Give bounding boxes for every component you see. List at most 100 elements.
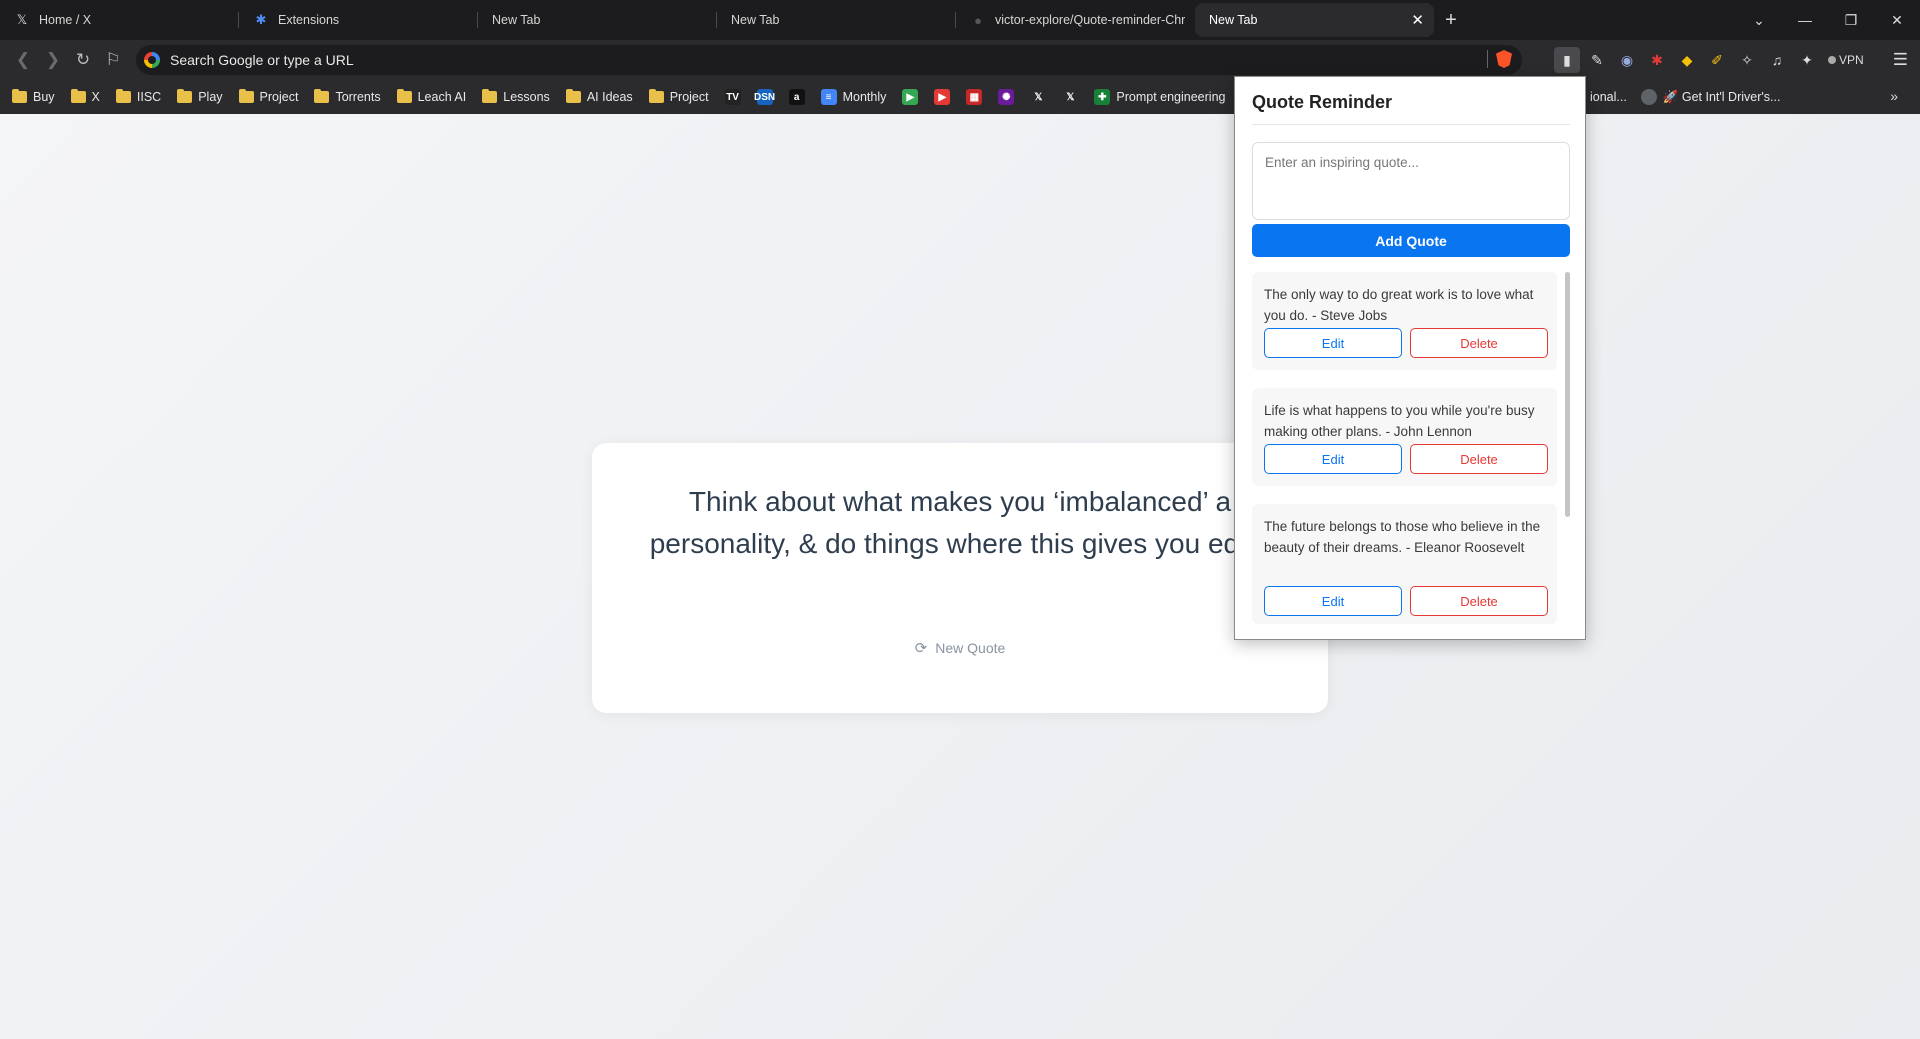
edit-button[interactable]: Edit — [1264, 586, 1402, 616]
bookmark-item[interactable]: DSN — [754, 89, 775, 105]
bookmark-label: Monthly — [842, 90, 887, 104]
more-bookmarks-icon[interactable]: » — [1890, 88, 1898, 104]
bookmark-item[interactable]: ▶ — [934, 89, 951, 105]
folder-icon — [238, 89, 254, 103]
bookmark-icon[interactable]: ⚐ — [98, 45, 128, 75]
quote-reminder-extension-icon[interactable]: ▮ — [1554, 47, 1580, 73]
quote-item-text: The only way to do great work is to love… — [1264, 287, 1534, 323]
quote-card: Think about what makes you ‘imbalanced’ … — [592, 443, 1328, 713]
browser-toolbar: ❮ ❯ ↻ ⚐ Search Google or type a URL ▮ ✎ … — [0, 40, 1920, 80]
bookmark-folder[interactable]: IISC — [115, 89, 162, 104]
x-logo-icon: 𝕏 — [1062, 89, 1079, 105]
puzzle-icon: ✱ — [255, 12, 267, 27]
close-icon[interactable]: ✕ — [1411, 11, 1424, 29]
bookmark-item[interactable]: 𝕏 — [1062, 89, 1079, 105]
yellow-extension-icon[interactable]: ◆ — [1674, 47, 1700, 73]
brave-shield-icon[interactable] — [1496, 50, 1512, 68]
tab-new-tab[interactable]: New Tab — [478, 3, 717, 37]
sparkle-icon[interactable]: ✦ — [1794, 47, 1820, 73]
puzzle-icon[interactable]: ✧ — [1734, 47, 1760, 73]
tab-extensions[interactable]: ✱ Extensions — [239, 3, 478, 37]
menu-icon[interactable]: ☰ — [1893, 50, 1908, 70]
bookmark-label: Project — [669, 90, 709, 104]
reload-button[interactable]: ↻ — [68, 45, 98, 75]
bookmark-label: Buy — [33, 90, 55, 104]
bookmark-folder[interactable]: Play — [177, 89, 223, 104]
bookmark-label: Play — [198, 90, 223, 104]
tab-strip: 𝕏 Home / X ✱ Extensions New Tab New Tab … — [0, 0, 1920, 40]
edit-button[interactable]: Edit — [1264, 328, 1402, 358]
x-logo-icon: 𝕏 — [1030, 89, 1047, 105]
new-quote-label: New Quote — [935, 640, 1006, 656]
audio-wave-icon: ✺ — [998, 89, 1015, 105]
restore-icon[interactable]: ❐ — [1828, 12, 1874, 29]
quote-item-text: Life is what happens to you while you're… — [1264, 403, 1535, 439]
bookmark-folder[interactable]: Torrents — [314, 89, 381, 104]
vpn-button[interactable]: VPN — [1828, 53, 1864, 67]
address-bar[interactable]: Search Google or type a URL — [136, 45, 1522, 75]
divider — [1252, 124, 1570, 125]
pen-icon[interactable]: ✎ — [1584, 47, 1610, 73]
bookmark-folder[interactable]: Buy — [12, 89, 55, 104]
popup-title: Quote Reminder — [1252, 92, 1393, 112]
tab-title: Extensions — [278, 13, 340, 27]
bookmark-item[interactable]: ≡ Monthly — [820, 89, 887, 105]
youtube-icon: ▶ — [934, 89, 951, 105]
bookmark-label: IISC — [136, 90, 162, 104]
vpn-label: VPN — [1839, 53, 1864, 67]
delete-button[interactable]: Delete — [1410, 586, 1548, 616]
bookmark-item[interactable]: 𝕏 — [1030, 89, 1047, 105]
tab-title: New Tab — [1209, 13, 1258, 27]
amazon-icon: a — [788, 89, 805, 105]
chevron-down-icon[interactable]: ⌄ — [1736, 12, 1782, 29]
bookmark-item[interactable]: ✺ — [998, 89, 1015, 105]
back-button[interactable]: ❮ — [8, 45, 38, 75]
address-placeholder: Search Google or type a URL — [170, 52, 354, 68]
tradingview-icon: TV — [724, 89, 741, 105]
tab-github[interactable]: ● victor-explore/Quote-reminder-Chr — [956, 3, 1195, 37]
forward-button[interactable]: ❯ — [38, 45, 68, 75]
bookmark-folder[interactable]: Project — [238, 89, 299, 104]
scrollbar[interactable] — [1565, 272, 1570, 517]
delete-button[interactable]: Delete — [1410, 444, 1548, 474]
bookmark-item[interactable]: ✚ Prompt engineering — [1094, 89, 1225, 105]
highlighter-icon[interactable]: ✐ — [1704, 47, 1730, 73]
edit-button[interactable]: Edit — [1264, 444, 1402, 474]
bookmark-folder[interactable]: Project — [648, 89, 709, 104]
bookmark-item[interactable]: ▦ — [966, 89, 983, 105]
folder-icon — [115, 89, 131, 103]
folder-icon — [396, 89, 412, 103]
minimize-icon[interactable]: — — [1782, 12, 1828, 28]
bookmark-label: AI Ideas — [586, 90, 633, 104]
quote-item-text: The future belongs to those who believe … — [1264, 519, 1541, 555]
docs-icon: ≡ — [820, 89, 837, 105]
window-controls: ⌄ — ❐ ✕ — [1736, 0, 1920, 40]
tab-new-tab[interactable]: New Tab — [717, 3, 956, 37]
delete-button[interactable]: Delete — [1410, 328, 1548, 358]
tab-title: victor-explore/Quote-reminder-Chr — [995, 13, 1185, 27]
tab-home-x[interactable]: 𝕏 Home / X — [0, 3, 239, 37]
bookmark-folder[interactable]: Lessons — [482, 89, 550, 104]
quote-input[interactable] — [1252, 142, 1570, 220]
bookmark-label: Project — [259, 90, 299, 104]
new-tab-page: Think about what makes you ‘imbalanced’ … — [0, 114, 1920, 1039]
new-tab-button[interactable]: + — [1434, 3, 1468, 37]
new-quote-button[interactable]: ⟳ New Quote — [592, 639, 1328, 657]
tab-title: Home / X — [39, 13, 92, 27]
add-quote-button[interactable]: Add Quote — [1252, 224, 1570, 257]
bookmark-folder[interactable]: X — [70, 89, 100, 104]
close-window-icon[interactable]: ✕ — [1874, 12, 1920, 29]
bookmark-item[interactable]: ional... — [1590, 90, 1627, 104]
bookmark-label: Lessons — [503, 90, 550, 104]
red-extension-icon[interactable]: ✱ — [1644, 47, 1670, 73]
eye-icon[interactable]: ◉ — [1614, 47, 1640, 73]
bookmark-folder[interactable]: AI Ideas — [565, 89, 633, 104]
tab-new-tab-active[interactable]: New Tab ✕ — [1195, 3, 1434, 37]
bookmark-folder[interactable]: Leach AI — [396, 89, 466, 104]
bookmark-item[interactable]: TV — [724, 89, 741, 105]
music-icon[interactable]: ♫ — [1764, 47, 1790, 73]
bookmark-item[interactable]: a — [788, 89, 805, 105]
bookmark-item[interactable]: 🚀 Get Int'l Driver's... — [1640, 89, 1780, 105]
bookmark-item[interactable]: ▶ — [902, 89, 919, 105]
quote-reminder-popup: Quote Reminder Add Quote The only way to… — [1234, 76, 1586, 640]
